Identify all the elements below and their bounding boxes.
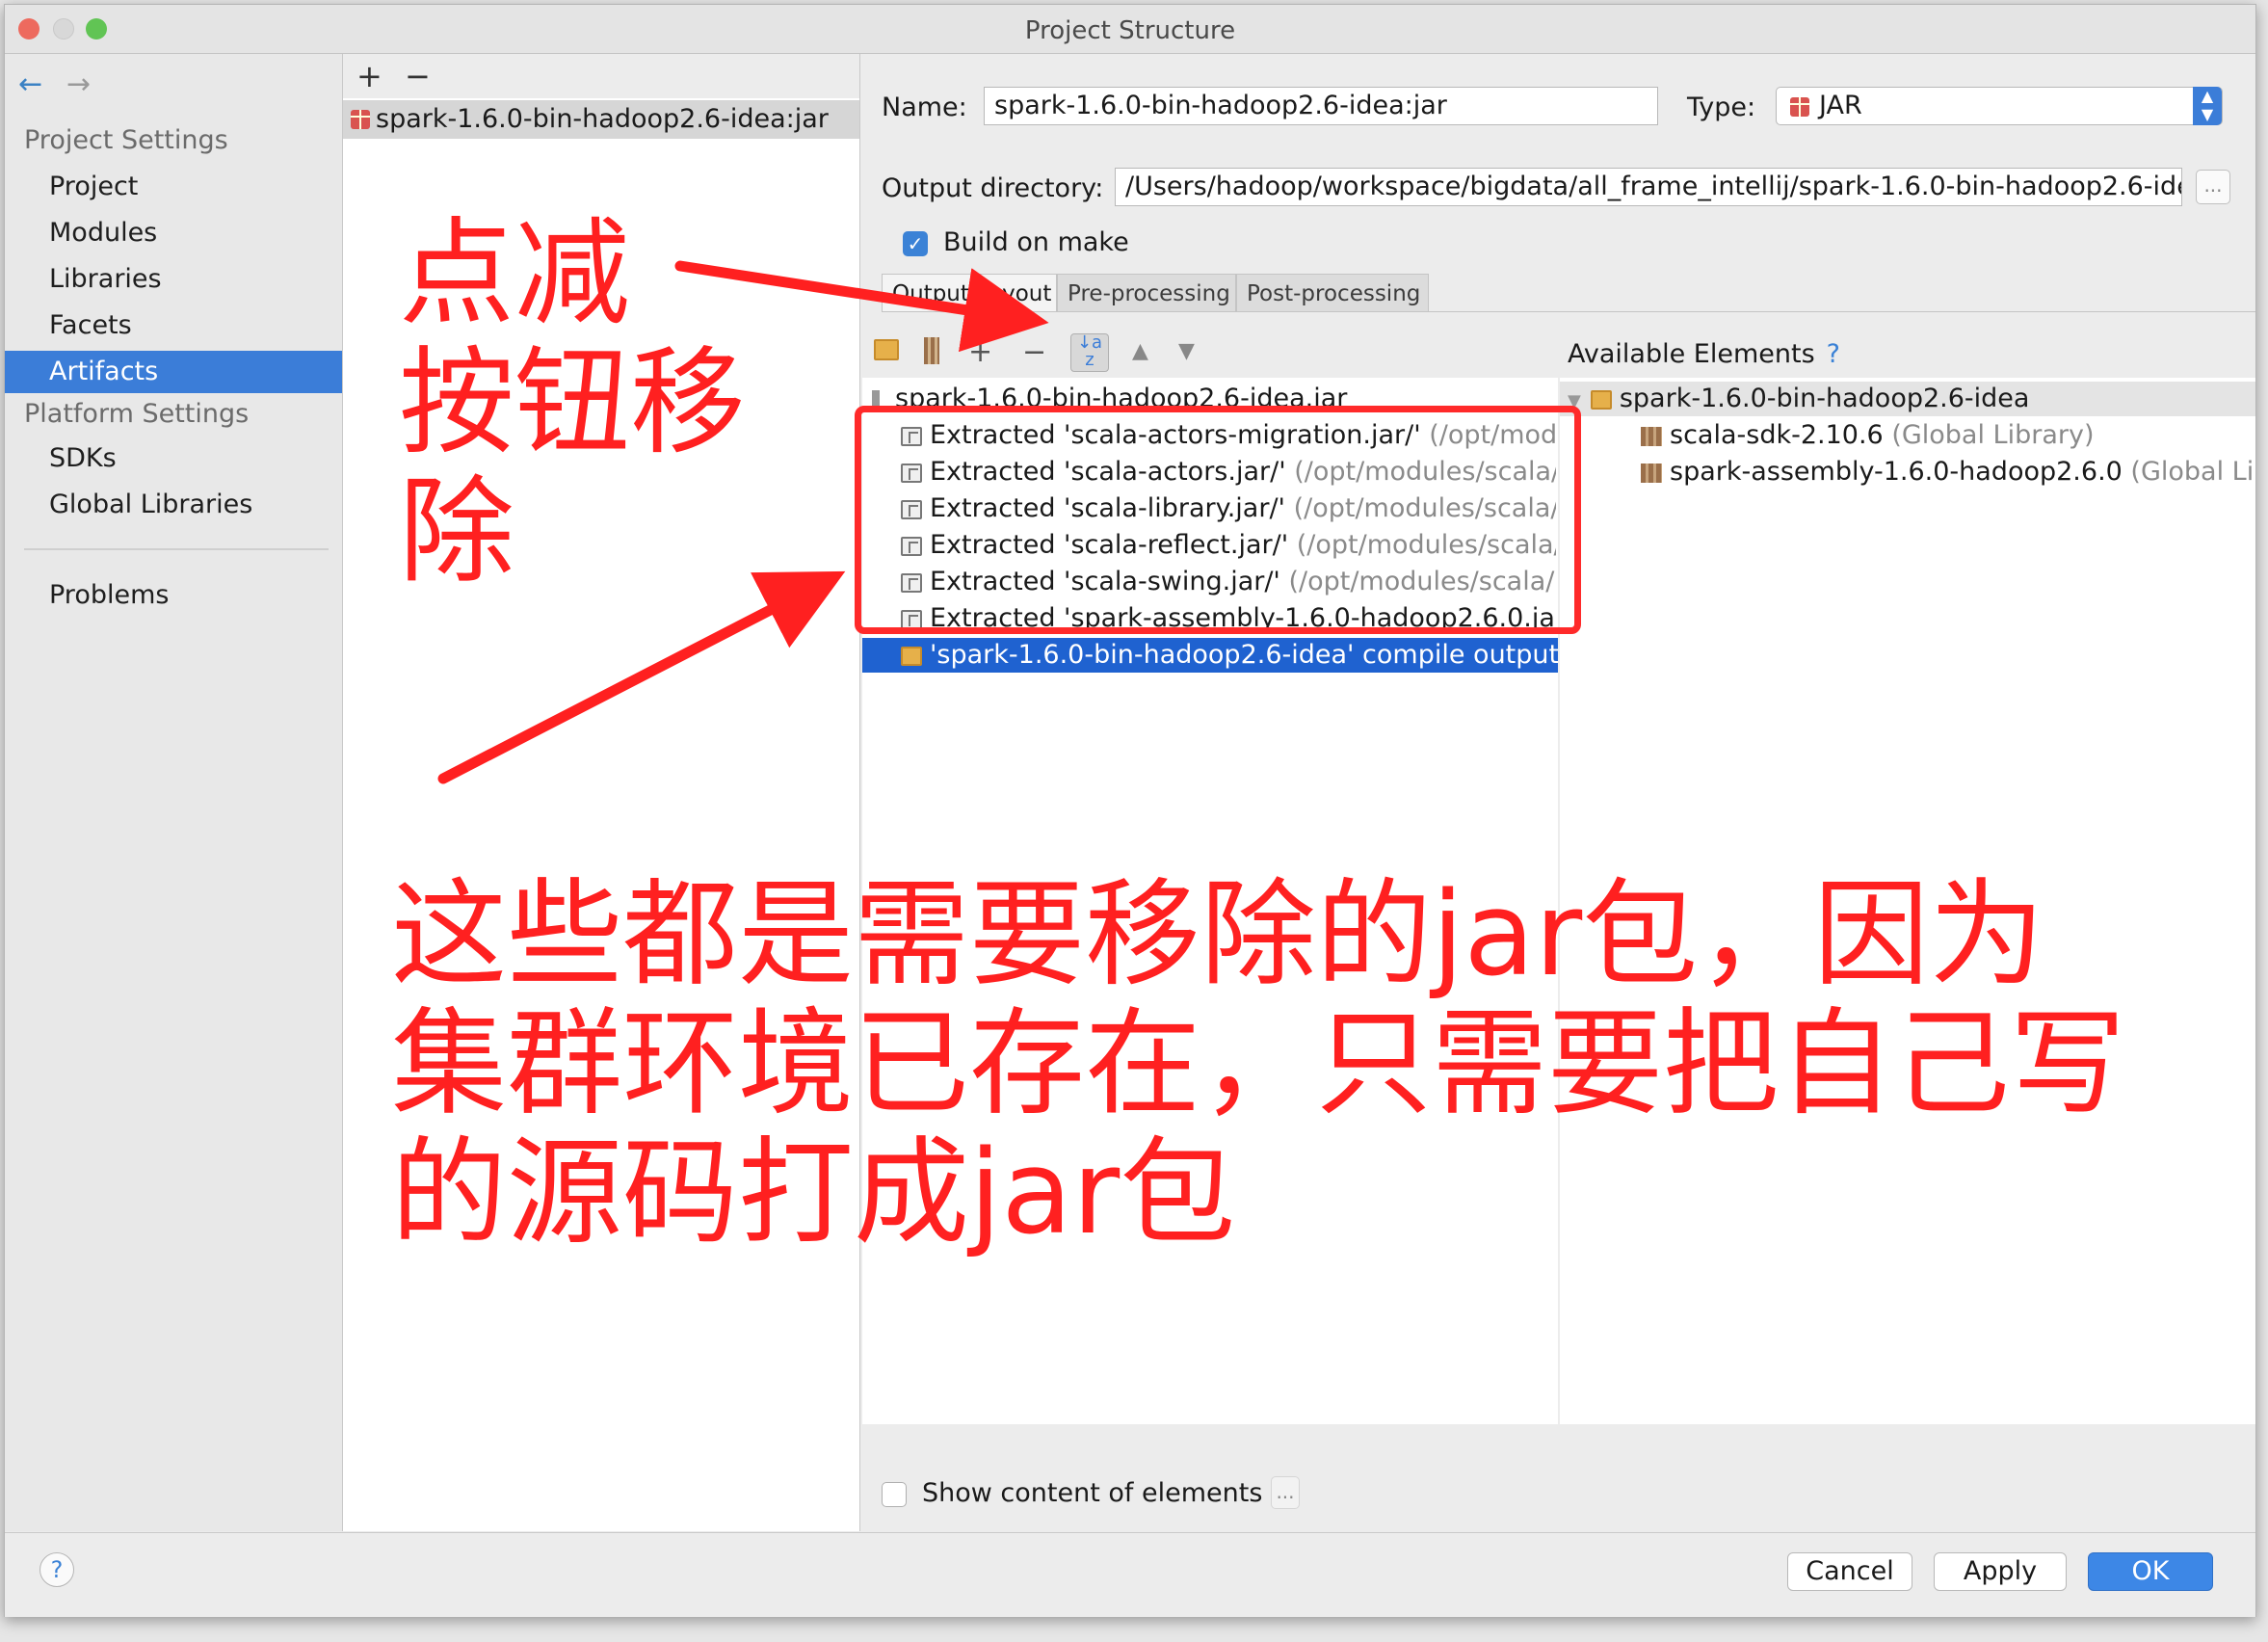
annotation-explanation-2: 集群环境已存在，只需要把自己写 bbox=[391, 997, 2125, 1131]
arrow-to-minus-button bbox=[674, 260, 1049, 353]
annotation-explanation-1: 这些都是需要移除的jar包，因为 bbox=[391, 868, 2045, 1002]
arrow-to-jar-list bbox=[437, 570, 846, 784]
annotation-click-minus-3: 除 bbox=[399, 465, 514, 599]
annotation-click-minus-2: 按钮移 bbox=[399, 336, 746, 470]
annotation-explanation-3: 的源码打成jar包 bbox=[391, 1126, 1236, 1260]
annotation-arrows bbox=[437, 260, 1049, 784]
annotation-click-minus-1: 点减 bbox=[399, 207, 630, 341]
